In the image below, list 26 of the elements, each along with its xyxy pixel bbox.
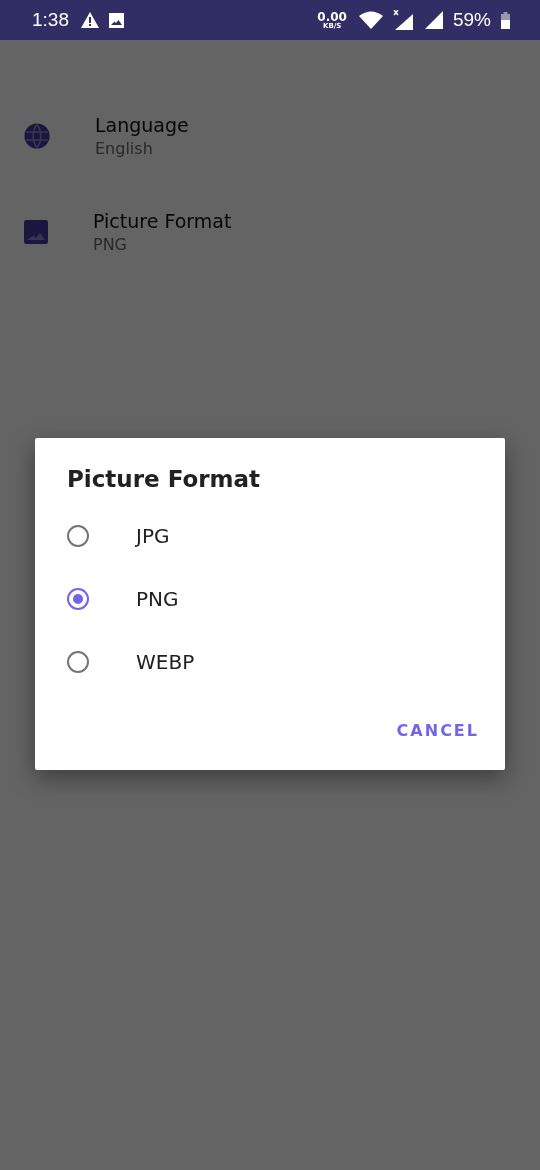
option-label: WEBP (136, 649, 195, 674)
network-speed: 0.00 (317, 10, 347, 23)
image-icon (24, 220, 48, 244)
option-label: PNG (136, 586, 179, 611)
radio-option[interactable]: JPG (67, 504, 479, 567)
warning-icon (81, 12, 99, 28)
radio-option[interactable]: PNG (67, 567, 479, 630)
dialog-title: Picture Format (67, 466, 262, 492)
globe-icon (24, 123, 50, 149)
radio-button[interactable] (67, 524, 89, 547)
status-time: 1:38 (32, 9, 69, 31)
battery-icon (501, 11, 510, 29)
radio-button[interactable] (67, 587, 89, 610)
option-label: JPG (136, 523, 170, 548)
battery-percent: 59% (452, 9, 491, 31)
signal-icon (392, 10, 415, 30)
setting-value: PNG (93, 235, 128, 254)
cancel-button[interactable]: CANCEL (396, 715, 479, 746)
setting-value: English (95, 139, 154, 158)
wifi-icon (358, 11, 383, 29)
setting-title: Picture Format (93, 210, 232, 232)
radio-button[interactable] (67, 650, 89, 673)
signal-icon (424, 11, 443, 29)
image-icon (109, 12, 124, 28)
radio-option[interactable]: WEBP (67, 630, 479, 693)
setting-title: Language (95, 114, 189, 136)
